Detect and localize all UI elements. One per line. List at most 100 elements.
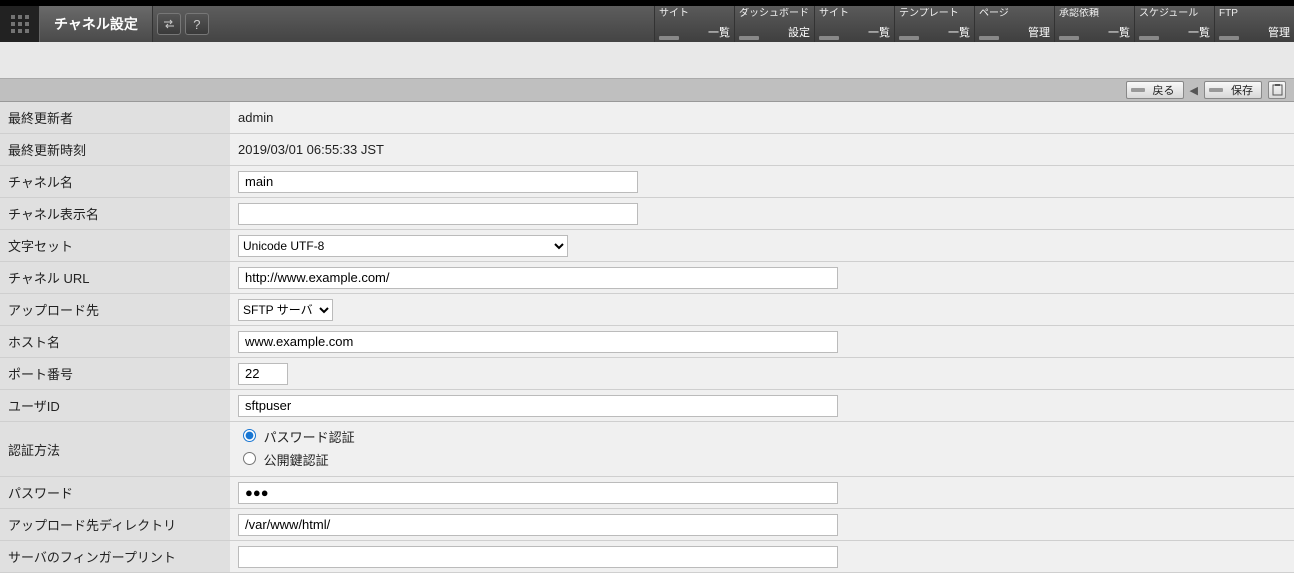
channel-display-input[interactable]	[238, 203, 638, 225]
save-label: 保存	[1231, 82, 1253, 98]
row-password: パスワード	[0, 477, 1294, 509]
label-upload-dir: アップロード先ディレクトリ	[0, 509, 230, 541]
menu-page[interactable]: ページ 管理	[974, 6, 1054, 42]
label-channel-display: チャネル表示名	[0, 198, 230, 230]
menu-label: スケジュール	[1139, 8, 1210, 20]
clipboard-button[interactable]	[1268, 81, 1286, 99]
menu-sub: 一覧	[1108, 24, 1130, 40]
row-auth-method: 認証方法 パスワード認証 公開鍵認証	[0, 422, 1294, 477]
auth-pubkey-label: 公開鍵認証	[264, 453, 329, 468]
label-charset: 文字セット	[0, 230, 230, 262]
menu-label: サイト	[819, 8, 890, 20]
value-last-updater: admin	[230, 102, 1294, 134]
menu-site[interactable]: サイト 一覧	[654, 6, 734, 42]
header-bar: チャネル設定 ? サイト 一覧 ダッシュボード 設定 サイト 一覧 テンプレート…	[0, 6, 1294, 42]
menu-bar-icon	[1059, 36, 1079, 40]
grid-icon	[10, 14, 30, 34]
header-tool-icons: ?	[153, 6, 213, 42]
label-port: ポート番号	[0, 358, 230, 390]
menu-approval[interactable]: 承認依頼 一覧	[1054, 6, 1134, 42]
menu-bar-icon	[1139, 36, 1159, 40]
menu-sub: 設定	[788, 24, 810, 40]
menu-ftp[interactable]: FTP 管理	[1214, 6, 1294, 42]
label-last-updater: 最終更新者	[0, 102, 230, 134]
auth-password-radio[interactable]	[243, 429, 256, 442]
menu-site-2[interactable]: サイト 一覧	[814, 6, 894, 42]
user-id-input[interactable]	[238, 395, 838, 417]
menu-sub: 一覧	[868, 24, 890, 40]
charset-select[interactable]: Unicode UTF-8	[238, 235, 568, 257]
menu-sub: 一覧	[1188, 24, 1210, 40]
menu-sub: 管理	[1028, 24, 1050, 40]
form-table: 最終更新者 admin 最終更新時刻 2019/03/01 06:55:33 J…	[0, 102, 1294, 573]
tool-icon-1[interactable]	[157, 13, 181, 35]
label-fingerprint: サーバのフィンガープリント	[0, 541, 230, 573]
row-channel-url: チャネル URL	[0, 262, 1294, 294]
row-channel-display: チャネル表示名	[0, 198, 1294, 230]
menu-bar-icon	[739, 36, 759, 40]
menu-template[interactable]: テンプレート 一覧	[894, 6, 974, 42]
row-fingerprint: サーバのフィンガープリント	[0, 541, 1294, 573]
menu-label: FTP	[1219, 8, 1290, 20]
clipboard-icon	[1272, 84, 1283, 96]
page-title: チャネル設定	[40, 6, 153, 42]
label-upload-dest: アップロード先	[0, 294, 230, 326]
button-stub-icon	[1209, 88, 1223, 92]
swap-icon	[163, 19, 175, 29]
menu-label: サイト	[659, 8, 730, 20]
menu-label: テンプレート	[899, 8, 970, 20]
label-channel-url: チャネル URL	[0, 262, 230, 294]
page-title-text: チャネル設定	[54, 14, 138, 34]
menu-bar-icon	[979, 36, 999, 40]
fingerprint-input[interactable]	[238, 546, 838, 568]
menu-schedule[interactable]: スケジュール 一覧	[1134, 6, 1214, 42]
menu-sub: 管理	[1268, 24, 1290, 40]
sub-band	[0, 42, 1294, 78]
menu-sub: 一覧	[948, 24, 970, 40]
password-input[interactable]	[238, 482, 838, 504]
label-hostname: ホスト名	[0, 326, 230, 358]
menu-bar-icon	[819, 36, 839, 40]
upload-dir-input[interactable]	[238, 514, 838, 536]
row-charset: 文字セット Unicode UTF-8	[0, 230, 1294, 262]
hostname-input[interactable]	[238, 331, 838, 353]
row-port: ポート番号	[0, 358, 1294, 390]
menu-dashboard[interactable]: ダッシュボード 設定	[734, 6, 814, 42]
menu-bar-icon	[899, 36, 919, 40]
auth-password-label: パスワード認証	[264, 430, 355, 445]
menu-label: ページ	[979, 8, 1050, 20]
row-upload-dir: アップロード先ディレクトリ	[0, 509, 1294, 541]
label-last-updated: 最終更新時刻	[0, 134, 230, 166]
row-last-updater: 最終更新者 admin	[0, 102, 1294, 134]
back-arrow-icon: ◀	[1190, 84, 1198, 97]
save-button[interactable]: 保存	[1204, 81, 1262, 99]
row-channel-name: チャネル名	[0, 166, 1294, 198]
menu-label: 承認依頼	[1059, 8, 1130, 20]
port-input[interactable]	[238, 363, 288, 385]
auth-password-option[interactable]: パスワード認証	[238, 426, 1286, 449]
label-password: パスワード	[0, 477, 230, 509]
row-last-updated: 最終更新時刻 2019/03/01 06:55:33 JST	[0, 134, 1294, 166]
app-logo[interactable]	[0, 6, 40, 42]
menu-bar-icon	[659, 36, 679, 40]
row-upload-dest: アップロード先 SFTP サーバ	[0, 294, 1294, 326]
upload-dest-select[interactable]: SFTP サーバ	[238, 299, 333, 321]
help-icon[interactable]: ?	[185, 13, 209, 35]
channel-name-input[interactable]	[238, 171, 638, 193]
value-last-updated: 2019/03/01 06:55:33 JST	[230, 134, 1294, 166]
auth-pubkey-radio[interactable]	[243, 452, 256, 465]
label-user-id: ユーザID	[0, 390, 230, 422]
back-button[interactable]: 戻る	[1126, 81, 1184, 99]
menu-bar-icon	[1219, 36, 1239, 40]
channel-url-input[interactable]	[238, 267, 838, 289]
top-menu: サイト 一覧 ダッシュボード 設定 サイト 一覧 テンプレート 一覧 ページ 管…	[654, 6, 1294, 42]
label-channel-name: チャネル名	[0, 166, 230, 198]
button-stub-icon	[1131, 88, 1145, 92]
label-auth-method: 認証方法	[0, 422, 230, 477]
action-bar: 戻る ◀ 保存	[0, 78, 1294, 102]
auth-pubkey-option[interactable]: 公開鍵認証	[238, 449, 1286, 472]
row-user-id: ユーザID	[0, 390, 1294, 422]
menu-sub: 一覧	[708, 24, 730, 40]
menu-label: ダッシュボード	[739, 8, 810, 20]
row-hostname: ホスト名	[0, 326, 1294, 358]
